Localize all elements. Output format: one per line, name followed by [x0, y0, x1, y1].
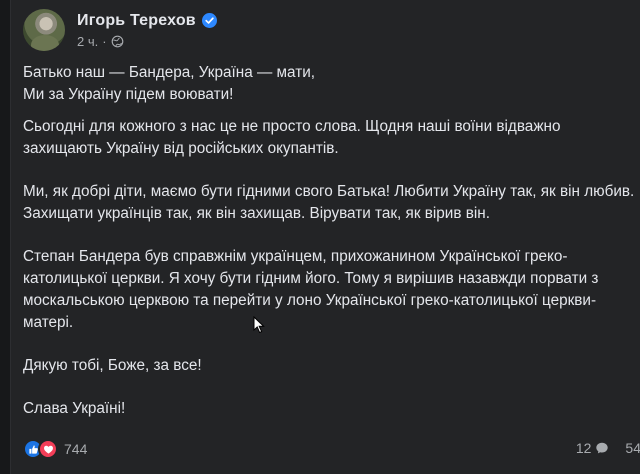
author-name[interactable]: Игорь Терехов	[77, 12, 196, 30]
post-time[interactable]: 2 ч.	[77, 34, 98, 49]
post-paragraph-6: Слава Україні!	[23, 400, 126, 417]
post-paragraph-2: Сьогодні для кожного з нас це не просто …	[23, 118, 561, 157]
post-card: Игорь Терехов 2 ч. · Батько наш — Бандер…	[10, 0, 640, 474]
author-row: Игорь Терехов	[77, 12, 217, 30]
post-text: Батько наш — Бандера, Україна — мати, Ми…	[23, 62, 640, 441]
verified-badge-icon	[201, 13, 217, 28]
globe-icon	[111, 35, 123, 47]
comments-count: 12	[575, 440, 592, 456]
author-avatar[interactable]	[23, 9, 65, 51]
shares-count-link[interactable]: 54	[625, 440, 640, 456]
separator-dot: ·	[102, 33, 107, 49]
post-subline: 2 ч. ·	[77, 34, 217, 49]
thumbs-up-icon	[28, 444, 38, 454]
mouse-cursor-icon	[253, 316, 265, 334]
comment-icon	[596, 442, 609, 454]
reaction-count: 744	[64, 441, 88, 457]
post-paragraph-3: Ми, як добрі діти, маємо бути гідними св…	[23, 183, 635, 222]
reactions-summary[interactable]: 744	[23, 439, 87, 459]
engagement-counts: 12 54	[576, 440, 640, 456]
post-footer: 744 12 54	[23, 436, 640, 462]
comments-count-link[interactable]: 12	[576, 440, 610, 456]
love-reaction-icon	[38, 439, 58, 459]
post-header: Игорь Терехов 2 ч. ·	[23, 6, 217, 54]
post-paragraph-5: Дякую тобі, Боже, за все!	[23, 357, 202, 374]
post-paragraph-1: Батько наш — Бандера, Україна — мати, Ми…	[23, 64, 315, 103]
heart-icon	[43, 445, 53, 454]
shares-count: 54	[625, 440, 640, 456]
post-meta: Игорь Терехов 2 ч. ·	[77, 12, 217, 49]
post-paragraph-4: Степан Бандера був справжнім українцем, …	[23, 248, 599, 331]
